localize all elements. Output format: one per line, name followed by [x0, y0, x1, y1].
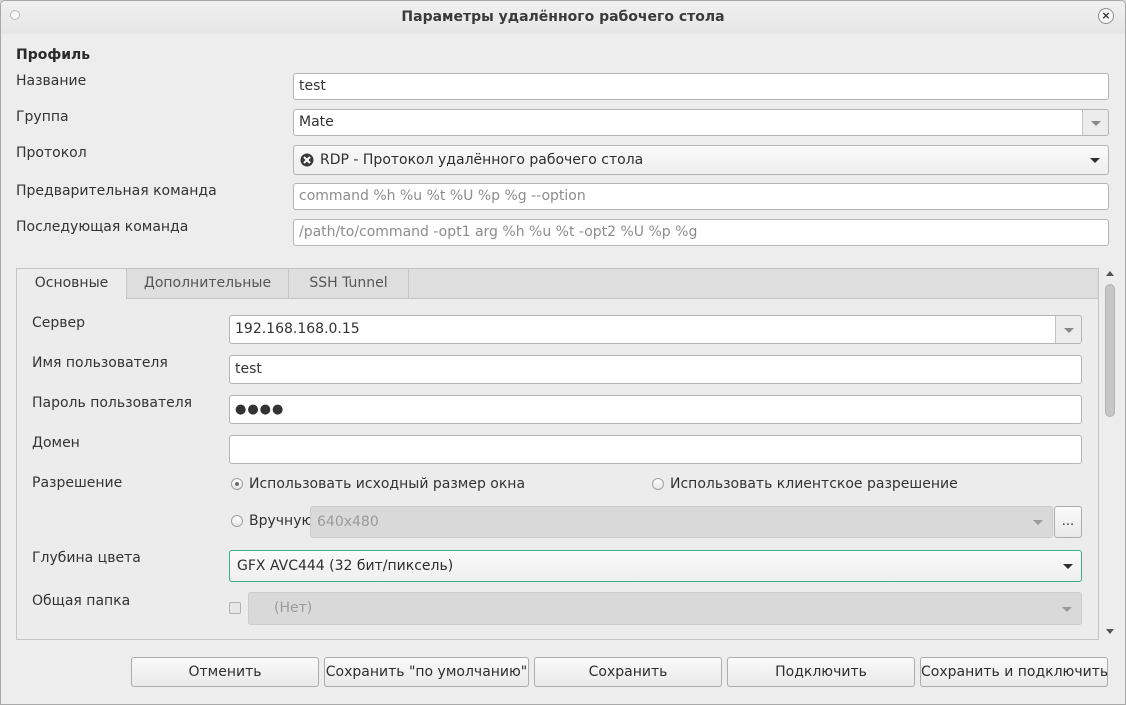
rdp-protocol-icon: [300, 153, 314, 167]
tab-basic[interactable]: Основные: [17, 269, 127, 299]
save-default-button[interactable]: Сохранить "по умолчанию": [324, 657, 529, 687]
profile-section-title: Профиль: [16, 47, 91, 63]
settings-notebook: Основные Дополнительные SSH Tunnel Серве…: [16, 268, 1099, 640]
res-manual-radio[interactable]: [231, 515, 243, 527]
scrollbar-thumb[interactable]: [1105, 284, 1115, 417]
shared-folder-select[interactable]: (Нет): [248, 592, 1082, 625]
window-menu-icon[interactable]: [10, 10, 20, 20]
chevron-down-icon: [1063, 564, 1073, 569]
chevron-down-icon: [1064, 328, 1074, 333]
close-icon[interactable]: ×: [1098, 8, 1114, 24]
protocol-select[interactable]: RDP - Протокол удалённого рабочего стола: [293, 145, 1109, 175]
tab-advanced[interactable]: Дополнительные: [127, 269, 289, 298]
password-input[interactable]: ●●●●: [229, 395, 1082, 424]
connect-button[interactable]: Подключить: [727, 657, 915, 687]
color-depth-select[interactable]: GFX AVC444 (32 бит/пиксель): [229, 550, 1082, 582]
group-label: Группа: [16, 109, 69, 125]
chevron-down-icon: [1090, 158, 1100, 163]
domain-label: Домен: [32, 435, 80, 451]
res-client-radio[interactable]: [652, 478, 664, 490]
password-label: Пароль пользователя: [32, 395, 193, 411]
username-label: Имя пользователя: [32, 355, 168, 371]
color-depth-value: GFX AVC444 (32 бит/пиксель): [237, 558, 454, 574]
res-window-radio[interactable]: [231, 478, 243, 490]
scrollbar[interactable]: [1103, 267, 1117, 639]
save-connect-button[interactable]: Сохранить и подключить: [920, 657, 1108, 687]
resolution-label: Разрешение: [32, 475, 123, 491]
shared-folder-checkbox[interactable]: [229, 602, 241, 614]
res-manual-label[interactable]: Вручную: [249, 513, 313, 529]
scroll-down-icon[interactable]: [1106, 629, 1114, 634]
postcommand-input[interactable]: /path/to/command -opt1 arg %h %u %t -opt…: [293, 219, 1109, 246]
chevron-down-icon: [1062, 607, 1072, 612]
name-input[interactable]: test: [293, 73, 1109, 100]
res-more-button[interactable]: ...: [1054, 506, 1082, 538]
scroll-up-icon[interactable]: [1106, 271, 1114, 276]
tab-ssh-tunnel[interactable]: SSH Tunnel: [289, 269, 409, 298]
res-manual-select[interactable]: 640x480: [310, 506, 1053, 538]
server-value: 192.168.168.0.15: [235, 321, 360, 337]
res-manual-value: 640x480: [317, 514, 379, 530]
res-client-label[interactable]: Использовать клиентское разрешение: [670, 476, 958, 492]
server-label: Сервер: [32, 315, 86, 331]
res-window-label[interactable]: Использовать исходный размер окна: [249, 476, 525, 492]
window-title: Параметры удалённого рабочего стола: [401, 9, 725, 25]
group-value: Mate: [299, 114, 334, 130]
username-input[interactable]: test: [229, 355, 1082, 384]
precommand-label: Предварительная команда: [16, 183, 217, 199]
title-bar: Параметры удалённого рабочего стола ×: [1, 1, 1125, 34]
chevron-down-icon: [1091, 121, 1101, 126]
color-depth-label: Глубина цвета: [32, 550, 141, 566]
server-dropdown-button[interactable]: [1055, 316, 1081, 343]
postcommand-label: Последующая команда: [16, 219, 189, 235]
remote-desktop-preferences-dialog: Параметры удалённого рабочего стола × Пр…: [0, 0, 1126, 705]
name-label: Название: [16, 73, 87, 89]
cancel-button[interactable]: Отменить: [131, 657, 319, 687]
precommand-input[interactable]: command %h %u %t %U %p %g --option: [293, 183, 1109, 210]
shared-folder-label: Общая папка: [32, 593, 131, 609]
group-combo[interactable]: Mate: [293, 109, 1109, 136]
protocol-value: RDP - Протокол удалённого рабочего стола: [320, 152, 644, 168]
protocol-label: Протокол: [16, 145, 87, 161]
tab-strip: Основные Дополнительные SSH Tunnel: [17, 269, 1098, 299]
server-combo[interactable]: 192.168.168.0.15: [229, 315, 1082, 344]
chevron-down-icon: [1033, 520, 1043, 525]
domain-input[interactable]: [229, 435, 1082, 464]
group-dropdown-button[interactable]: [1082, 110, 1108, 135]
shared-folder-value: (Нет): [274, 600, 313, 616]
save-button[interactable]: Сохранить: [534, 657, 722, 687]
